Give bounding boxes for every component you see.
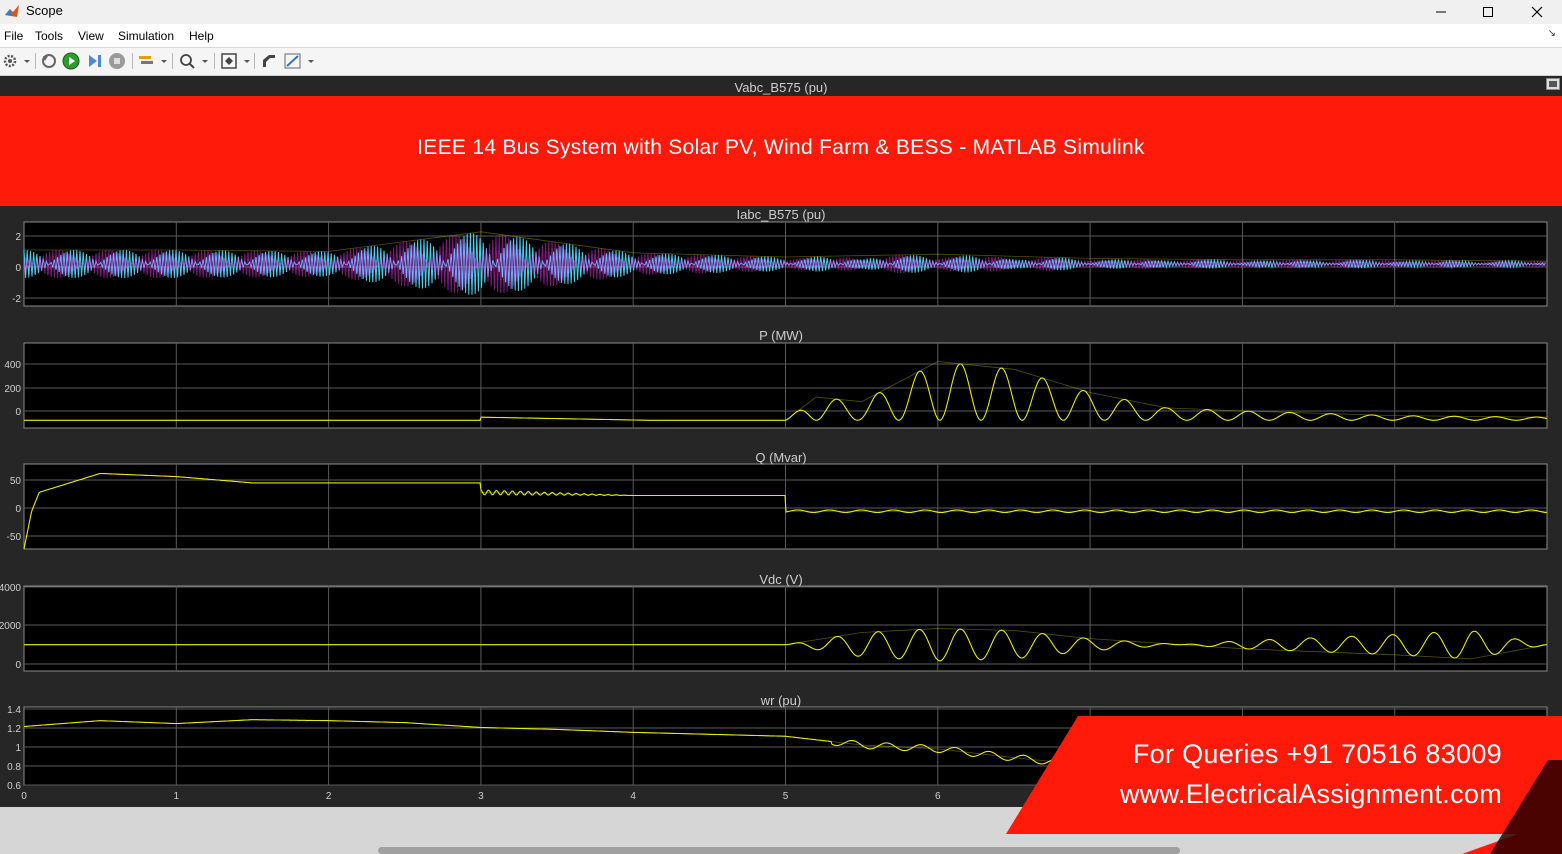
x-tick-label: 4: [630, 791, 636, 802]
plot-panel-3: Q (Mvar) 50 0 -50: [7, 450, 1548, 550]
panel-title: Q (Mvar): [755, 450, 806, 465]
x-tick-label: 1: [174, 791, 180, 802]
promo-phone: For Queries +91 70516 83009: [1132, 739, 1502, 769]
x-tick-label: 6: [935, 791, 941, 802]
banner-text: IEEE 14 Bus System with Solar PV, Wind F…: [417, 136, 1145, 159]
x-tick-label: 3: [478, 791, 484, 802]
y-tick-label: -2: [12, 294, 21, 305]
y-tick-label: 1.4: [7, 705, 21, 716]
y-tick-label: 200: [4, 384, 21, 395]
y-tick-label: 400: [4, 360, 21, 371]
panel-title: P (MW): [759, 328, 803, 343]
y-tick-label: 0: [15, 263, 21, 274]
panel-title: Vdc (V): [759, 572, 802, 587]
y-tick-label: 50: [10, 476, 22, 487]
y-tick-label: 4000: [0, 583, 21, 594]
panel-title: Iabc_B575 (pu): [737, 207, 826, 222]
y-tick-label: 0: [15, 660, 21, 671]
y-tick-label: 1.2: [7, 724, 21, 735]
y-tick-label: 1: [15, 743, 21, 754]
x-tick-label: 5: [783, 791, 789, 802]
x-tick-label: 2: [326, 791, 332, 802]
y-tick-label: 2000: [0, 621, 21, 632]
horizontal-scrollbar[interactable]: [378, 847, 1180, 854]
y-tick-label: 0.8: [7, 762, 21, 773]
y-tick-label: 0.6: [7, 781, 21, 792]
plot-panel-4: Vdc (V) 4000 2000 0: [0, 572, 1548, 672]
x-tick-label: 0: [21, 791, 27, 802]
y-tick-label: 2: [15, 232, 21, 243]
y-tick-label: 0: [15, 504, 21, 515]
title-banner: IEEE 14 Bus System with Solar PV, Wind F…: [0, 96, 1562, 206]
panel-title: wr (pu): [760, 693, 801, 708]
y-tick-label: 0: [15, 407, 21, 418]
plot-panel-1: Iabc_B575 (pu) 2 0 -2: [12, 207, 1548, 307]
plot-panel-2: P (MW) 400 200 0: [4, 328, 1548, 429]
y-tick-label: -50: [7, 532, 22, 543]
promo-website[interactable]: www.ElectricalAssignment.com: [1120, 779, 1502, 810]
